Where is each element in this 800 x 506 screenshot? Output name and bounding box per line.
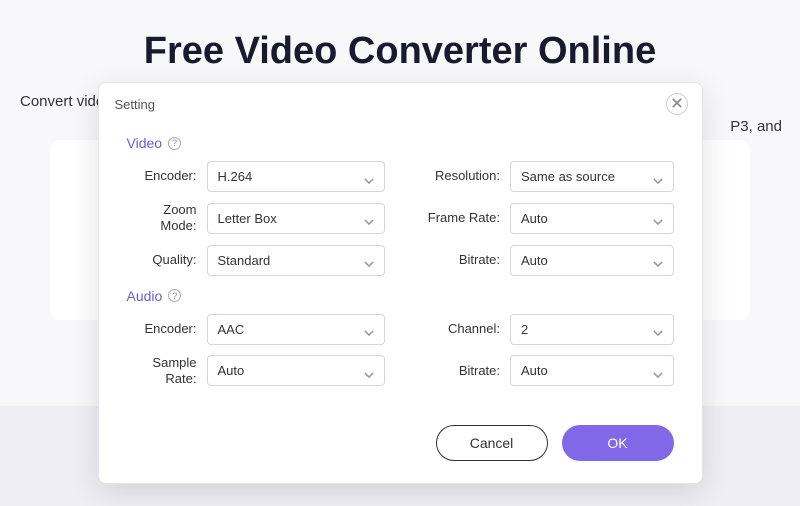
chevron-down-icon [653, 324, 663, 334]
page-title: Free Video Converter Online [0, 30, 800, 73]
chevron-down-icon [653, 213, 663, 223]
frame-rate-select[interactable]: Auto [510, 203, 674, 234]
chevron-down-icon [364, 255, 374, 265]
audio-bitrate-label: Bitrate: [415, 363, 500, 379]
resolution-select[interactable]: Same as source [510, 161, 674, 192]
channel-select[interactable]: 2 [510, 314, 674, 345]
resolution-label: Resolution: [415, 168, 500, 184]
audio-encoder-select[interactable]: AAC [207, 314, 386, 345]
chevron-down-icon [364, 324, 374, 334]
chevron-down-icon [364, 213, 374, 223]
help-icon[interactable]: ? [168, 137, 181, 150]
zoom-mode-select[interactable]: Letter Box [207, 203, 386, 234]
video-encoder-select[interactable]: H.264 [207, 161, 386, 192]
chevron-down-icon [364, 172, 374, 182]
cancel-button[interactable]: Cancel [436, 425, 548, 461]
channel-label: Channel: [415, 321, 500, 337]
sample-rate-label: Sample Rate: [127, 355, 197, 388]
video-section-label: Video ? [127, 135, 674, 151]
audio-encoder-label: Encoder: [127, 321, 197, 337]
video-bitrate-select[interactable]: Auto [510, 245, 674, 276]
page-subtitle-right: P3, and [730, 118, 782, 135]
chevron-down-icon [653, 255, 663, 265]
frame-rate-label: Frame Rate: [415, 210, 500, 226]
quality-select[interactable]: Standard [207, 245, 386, 276]
zoom-mode-label: Zoom Mode: [127, 202, 197, 235]
sample-rate-select[interactable]: Auto [207, 355, 386, 386]
ok-button[interactable]: OK [562, 425, 674, 461]
video-encoder-label: Encoder: [127, 168, 197, 184]
help-icon[interactable]: ? [168, 289, 181, 302]
video-bitrate-label: Bitrate: [415, 252, 500, 268]
chevron-down-icon [653, 366, 663, 376]
chevron-down-icon [653, 172, 663, 182]
settings-modal: Setting Video ? Encoder: H.264 [98, 82, 703, 484]
close-icon [672, 97, 682, 111]
quality-label: Quality: [127, 252, 197, 268]
close-button[interactable] [666, 93, 688, 115]
modal-header: Setting [99, 83, 702, 125]
chevron-down-icon [364, 366, 374, 376]
audio-section-label: Audio ? [127, 288, 674, 304]
audio-bitrate-select[interactable]: Auto [510, 355, 674, 386]
modal-title: Setting [115, 97, 155, 112]
